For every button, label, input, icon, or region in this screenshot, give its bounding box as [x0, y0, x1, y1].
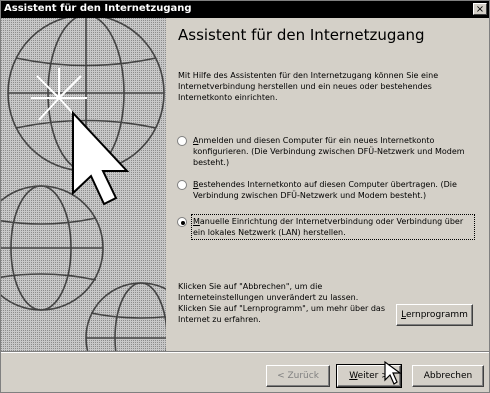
- page-title: Assistent für den Internetzugang: [178, 26, 425, 44]
- option-label: estehendes Internetkonto auf diesen Comp…: [193, 180, 457, 200]
- wizard-side-art: [1, 18, 166, 351]
- button-divider: [1, 351, 489, 353]
- cancel-button[interactable]: Abbrechen: [412, 365, 484, 387]
- globe-icon: [1, 18, 166, 351]
- tutorial-hint: Klicken Sie auf "Lernprogramm", um mehr …: [178, 304, 385, 324]
- close-icon[interactable]: ×: [473, 3, 487, 15]
- window-title: Assistent für den Internetzugang: [4, 3, 192, 14]
- wizard-content: Assistent für den Internetzugang Mit Hil…: [166, 18, 489, 351]
- next-accel: W: [349, 371, 358, 381]
- cancel-hint: Klicken Sie auf "Abbrechen", um die Inte…: [178, 282, 359, 302]
- option-label: nmelden und diesen Computer für ein neue…: [193, 136, 465, 167]
- hand-cursor-icon: [384, 360, 402, 385]
- tutorial-label: ernprogramm: [405, 310, 468, 320]
- help-text: Klicken Sie auf "Abbrechen", um die Inte…: [178, 281, 388, 325]
- radio-icon[interactable]: [177, 217, 187, 227]
- wizard-window: Assistent für den Internetzugang × Assis…: [0, 0, 490, 393]
- title-bar[interactable]: Assistent für den Internetzugang ×: [1, 1, 489, 18]
- option-accel: M: [193, 217, 200, 226]
- option-label: anuelle Einrichtung der Internetverbindu…: [193, 217, 464, 237]
- radio-icon[interactable]: [177, 180, 187, 190]
- radio-icon[interactable]: [177, 136, 187, 146]
- intro-text: Mit Hilfe des Assistenten für den Intern…: [178, 71, 439, 102]
- tutorial-button[interactable]: Lernprogramm: [396, 304, 473, 326]
- back-button[interactable]: < Zurück: [266, 365, 330, 387]
